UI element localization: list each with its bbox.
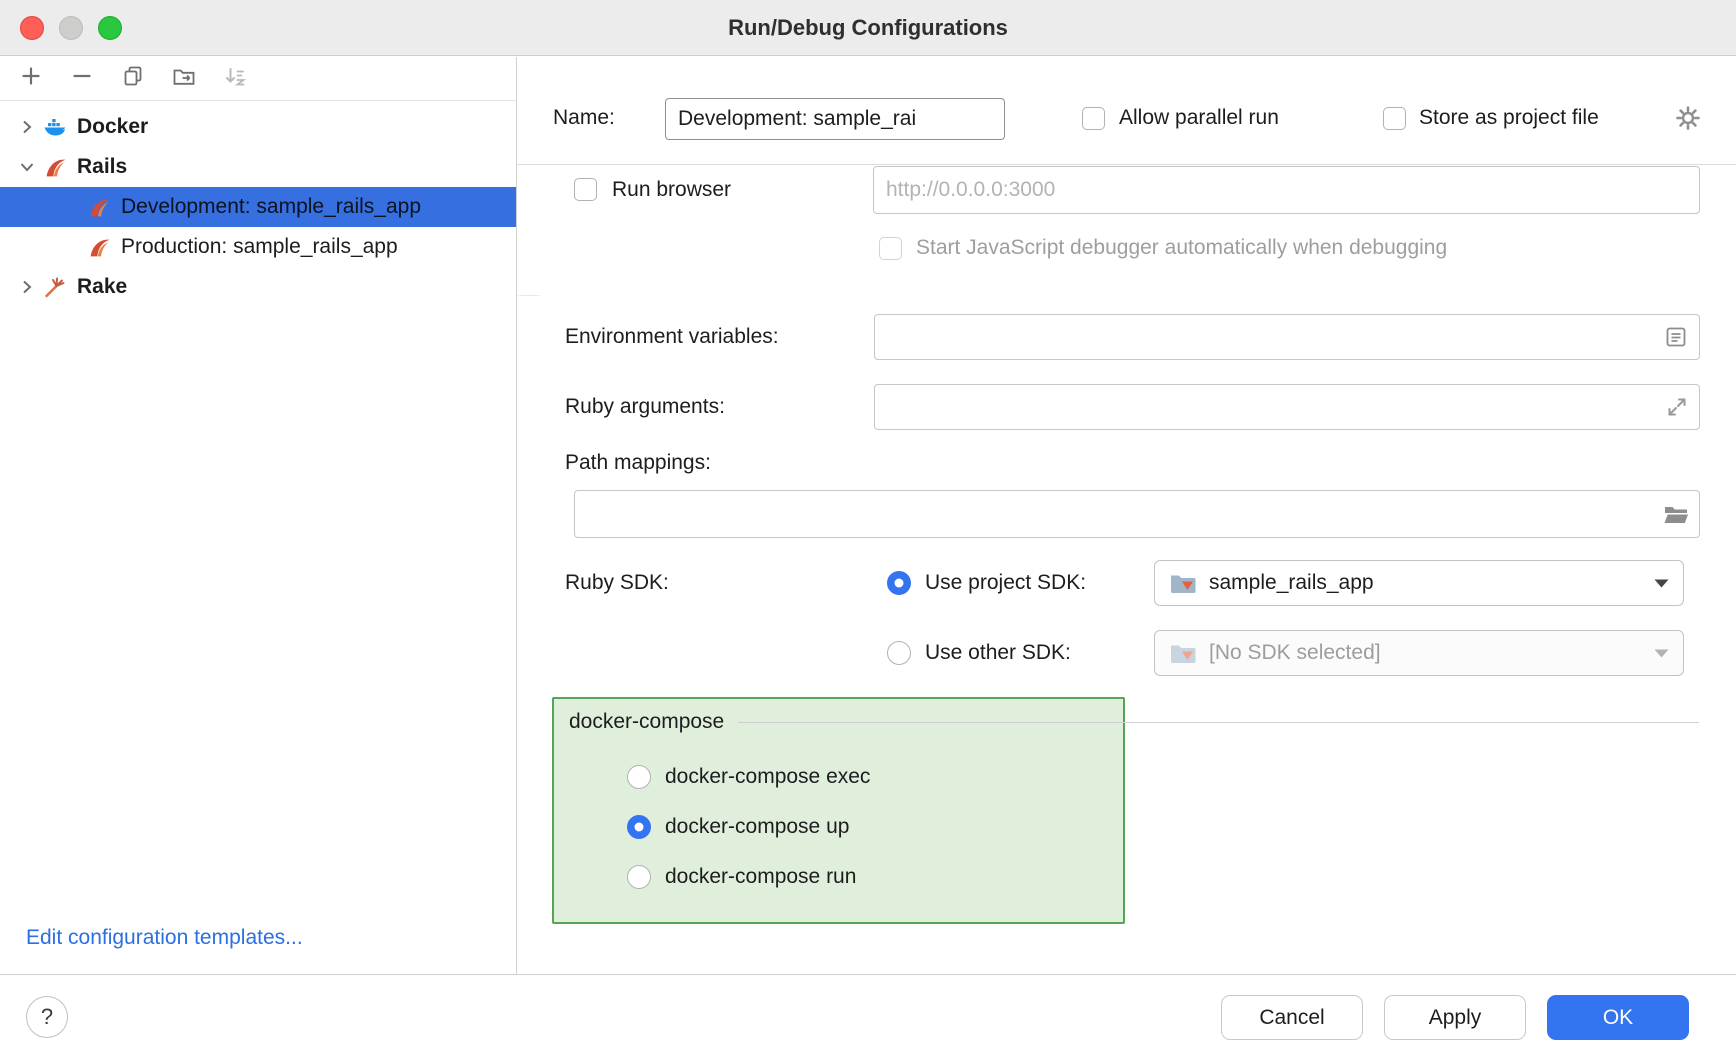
ruby-arguments-field	[874, 384, 1700, 430]
sort-icon	[224, 65, 246, 92]
store-as-project-file-checkbox[interactable]	[1383, 107, 1406, 130]
tree-item-label: Docker	[77, 115, 148, 139]
path-mappings-field	[574, 490, 1700, 538]
sidebar-toolbar	[0, 57, 516, 101]
apply-button[interactable]: Apply	[1384, 995, 1526, 1040]
ruby-sdk-folder-icon	[1169, 641, 1197, 665]
docker-compose-exec-radio[interactable]	[627, 765, 651, 789]
name-input[interactable]	[665, 98, 1005, 140]
remove-configuration-button[interactable]	[69, 66, 95, 92]
minimize-window-icon	[59, 16, 83, 40]
tree-item-development-sample-rails-app[interactable]: Development: sample_rails_app	[0, 187, 516, 227]
environment-variables-field	[874, 314, 1700, 360]
remove-icon	[71, 65, 93, 92]
other-sdk-value: [No SDK selected]	[1209, 641, 1642, 665]
copy-icon	[122, 65, 144, 92]
store-as-project-file-label: Store as project file	[1419, 104, 1599, 132]
tree-item-docker[interactable]: Docker	[0, 107, 516, 147]
group-separator-line	[738, 722, 1699, 723]
expand-icon[interactable]	[1665, 395, 1689, 419]
use-other-sdk-radio[interactable]	[887, 641, 911, 665]
folder-icon[interactable]	[1663, 502, 1689, 526]
project-sdk-dropdown[interactable]: sample_rails_app	[1154, 560, 1684, 606]
rails-icon	[86, 194, 112, 220]
project-sdk-value: sample_rails_app	[1209, 571, 1642, 595]
environment-variables-label: Environment variables:	[565, 323, 779, 351]
configuration-form: Name: Allow parallel run Store as projec…	[517, 57, 1736, 974]
docker-compose-group-title: docker-compose	[569, 710, 724, 734]
ruby-sdk-folder-icon	[1169, 571, 1197, 595]
start-js-debugger-label: Start JavaScript debugger automatically …	[916, 234, 1447, 262]
close-window-icon[interactable]	[20, 16, 44, 40]
tree-item-label: Rails	[77, 155, 127, 179]
rails-icon	[42, 154, 68, 180]
zoom-window-icon[interactable]	[98, 16, 122, 40]
use-project-sdk-radio[interactable]	[887, 571, 911, 595]
sort-configurations-button[interactable]	[222, 66, 248, 92]
docker-compose-exec-label: docker-compose exec	[665, 763, 870, 791]
tree-item-production-sample-rails-app[interactable]: Production: sample_rails_app	[0, 227, 516, 267]
new-folder-icon	[172, 65, 196, 92]
copy-configuration-button[interactable]	[120, 66, 146, 92]
cancel-button[interactable]: Cancel	[1221, 995, 1363, 1040]
tree-item-label: Rake	[77, 275, 127, 299]
run-browser-checkbox[interactable]	[574, 178, 597, 201]
allow-parallel-run-checkbox[interactable]	[1082, 107, 1105, 130]
rake-icon	[42, 274, 68, 300]
move-to-folder-button[interactable]	[171, 66, 197, 92]
allow-parallel-run-label: Allow parallel run	[1119, 104, 1279, 132]
add-icon	[20, 65, 42, 92]
edit-configuration-templates-link[interactable]: Edit configuration templates...	[26, 926, 303, 950]
docker-compose-run-radio[interactable]	[627, 865, 651, 889]
tree-item-rails[interactable]: Rails	[0, 147, 516, 187]
dropdown-arrow-icon	[1654, 579, 1669, 588]
environment-variables-input[interactable]	[887, 315, 1663, 359]
use-project-sdk-label: Use project SDK:	[925, 569, 1086, 597]
browser-url-input[interactable]	[873, 166, 1700, 214]
chevron-right-icon[interactable]	[12, 119, 42, 135]
run-debug-configurations-dialog: Run/Debug Configurations	[0, 0, 1736, 1060]
ok-button[interactable]: OK	[1547, 995, 1689, 1040]
chevron-right-icon[interactable]	[12, 279, 42, 295]
tree-item-label: Production: sample_rails_app	[121, 235, 398, 259]
tree-item-label: Development: sample_rails_app	[121, 195, 421, 219]
rails-icon	[86, 234, 112, 260]
ruby-sdk-label: Ruby SDK:	[565, 569, 669, 597]
window-title: Run/Debug Configurations	[728, 15, 1008, 41]
section-separator	[517, 295, 541, 296]
configuration-tree: Docker Rails Development: sample_rails_a…	[0, 101, 516, 307]
docker-compose-up-label: docker-compose up	[665, 813, 849, 841]
docker-compose-group-header: docker-compose	[569, 707, 1699, 737]
dropdown-arrow-icon	[1654, 649, 1669, 658]
add-configuration-button[interactable]	[18, 66, 44, 92]
titlebar: Run/Debug Configurations	[0, 0, 1736, 56]
help-button[interactable]: ?	[26, 996, 68, 1038]
form-separator	[517, 164, 1736, 165]
path-mappings-label: Path mappings:	[565, 449, 711, 477]
name-label: Name:	[553, 104, 615, 132]
ruby-arguments-label: Ruby arguments:	[565, 393, 725, 421]
browse-list-icon[interactable]	[1663, 324, 1689, 350]
docker-compose-run-label: docker-compose run	[665, 863, 856, 891]
start-js-debugger-checkbox	[879, 237, 902, 260]
help-icon: ?	[41, 1004, 53, 1030]
traffic-lights	[20, 0, 122, 56]
configurations-sidebar: Docker Rails Development: sample_rails_a…	[0, 57, 517, 974]
use-other-sdk-label: Use other SDK:	[925, 639, 1071, 667]
ruby-arguments-input[interactable]	[887, 385, 1665, 429]
path-mappings-input[interactable]	[587, 491, 1663, 537]
dialog-footer: ? Cancel Apply OK	[0, 974, 1736, 1060]
chevron-down-icon[interactable]	[12, 159, 42, 175]
gear-icon[interactable]	[1675, 105, 1701, 136]
docker-compose-up-radio[interactable]	[627, 815, 651, 839]
other-sdk-dropdown: [No SDK selected]	[1154, 630, 1684, 676]
tree-item-rake[interactable]: Rake	[0, 267, 516, 307]
run-browser-label: Run browser	[612, 176, 731, 204]
docker-icon	[42, 114, 68, 140]
